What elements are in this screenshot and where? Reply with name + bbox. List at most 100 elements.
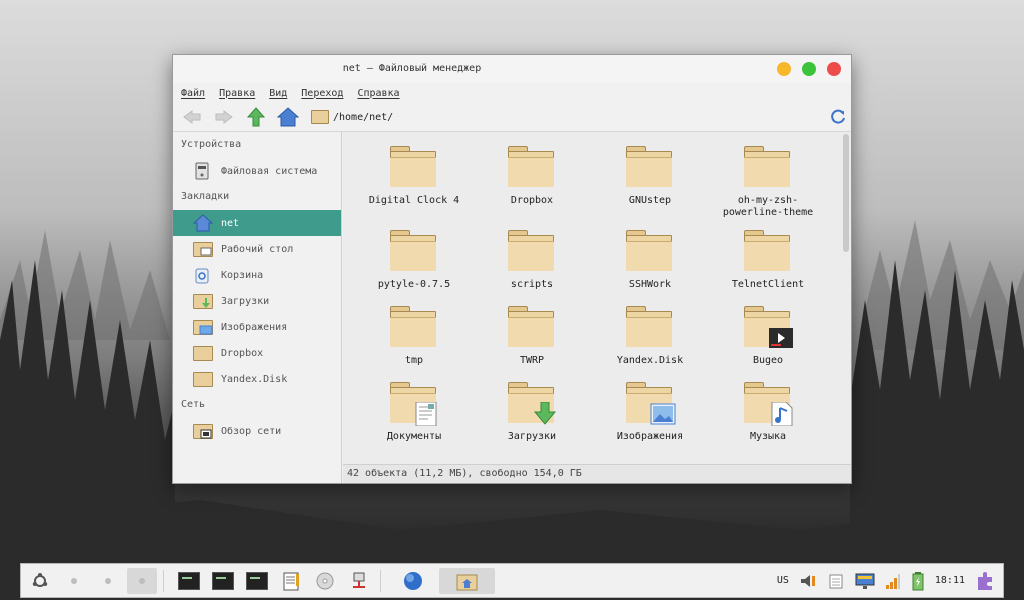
file-item[interactable]: tmp [355,306,473,382]
sidebar-item-network[interactable]: Обзор сети [173,418,341,444]
file-item[interactable]: Загрузки [473,382,591,458]
arrow-right-icon [215,110,233,124]
menu-file[interactable]: Файл [181,88,205,99]
sidebar: Устройства Файловая система Закладки net… [173,132,342,483]
back-button[interactable] [179,105,205,129]
file-item[interactable]: Digital Clock 4 [355,146,473,230]
workspace-2[interactable] [93,568,123,594]
sidebar-item-yandex-disk[interactable]: Yandex.Disk [173,366,341,392]
monitor-icon[interactable] [855,572,875,590]
ubuntu-icon [32,572,48,587]
terminal-icon [246,571,268,590]
file-item[interactable]: TelnetClient [709,230,827,306]
signal-strength-icon[interactable] [885,572,901,590]
task-browser[interactable] [391,568,435,594]
file-grid: Digital Clock 4 Dropbox GNUstep oh-my-zsh- … [355,146,827,458]
clipboard-icon[interactable] [827,572,845,590]
sidebar-item-pictures[interactable]: Изображения [173,314,341,340]
launcher-terminal-3[interactable] [242,568,272,594]
file-name: tmp [404,355,424,366]
file-item[interactable]: SSHWork [591,230,709,306]
file-item[interactable]: GNUstep [591,146,709,230]
battery-icon[interactable] [911,571,925,591]
trash-icon [193,266,213,284]
pictures-folder-icon [626,382,676,425]
folder-icon [508,230,556,272]
sidebar-item-net[interactable]: net [173,210,341,236]
launcher-terminal-2[interactable] [208,568,238,594]
home-button[interactable] [275,105,301,129]
file-item[interactable]: Изображения [591,382,709,458]
sidebar-item-dropbox[interactable]: Dropbox [173,340,341,366]
terminal-icon [212,571,234,590]
up-button[interactable] [243,105,269,129]
puzzle-icon[interactable] [975,571,995,591]
volume-icon[interactable] [799,572,817,590]
folder-icon [626,230,674,272]
workspace-1[interactable] [59,568,89,594]
sidebar-heading-bookmarks: Закладки [181,191,230,202]
sidebar-item-label: Рабочий стол [221,243,294,255]
file-item[interactable]: pytyle-0.7.5 [355,230,473,306]
file-name: Yandex.Disk [616,355,684,366]
folder-icon [508,306,556,348]
file-item[interactable]: Bugeo [709,306,827,382]
menu-launcher-button[interactable] [25,568,55,594]
reload-button[interactable] [827,106,849,128]
launcher-disc[interactable] [310,568,340,594]
panel-separator [380,569,381,592]
file-name: GNUstep [628,195,672,206]
file-item[interactable]: oh-my-zsh- powerline-theme [709,146,827,230]
launcher-network-tool[interactable] [344,568,374,594]
file-item[interactable]: Dropbox [473,146,591,230]
workspace-3[interactable] [127,567,157,594]
close-button[interactable] [827,62,841,76]
file-item[interactable]: Музыка [709,382,827,458]
file-view[interactable]: Digital Clock 4 Dropbox GNUstep oh-my-zsh- … [343,132,851,465]
launcher-terminal-1[interactable] [174,568,204,594]
file-name: TWRP [519,355,545,366]
bottom-panel: US 18:11 [20,563,1004,598]
workspace-dot-icon [105,577,111,584]
location-bar[interactable]: /home/net/ [311,106,817,128]
video-folder-icon [744,306,793,348]
sidebar-item-label: net [221,217,240,229]
workspace-dot-icon [139,577,145,584]
workspace-dot-icon [71,577,77,584]
downloads-folder-icon [193,292,213,310]
keyboard-layout-indicator[interactable]: US [777,575,789,586]
location-path[interactable]: /home/net/ [333,112,393,123]
file-item[interactable]: scripts [473,230,591,306]
menu-go[interactable]: Переход [301,88,343,99]
music-folder-icon [744,382,793,426]
sidebar-item-trash[interactable]: Корзина [173,262,341,288]
terminal-icon [178,571,200,590]
menu-view[interactable]: Вид [269,88,287,99]
task-file-manager[interactable] [439,567,495,594]
minimize-button[interactable] [777,62,791,76]
file-item[interactable]: Документы [355,382,473,458]
sidebar-heading-devices: Устройства [181,139,242,150]
clock[interactable]: 18:11 [935,575,965,586]
statusbar: 42 объекта (11,2 МБ), свободно 154,0 ГБ [343,464,851,483]
file-name: Изображения [616,431,684,442]
file-item[interactable]: TWRP [473,306,591,382]
folder-icon [193,370,213,388]
menu-help[interactable]: Справка [357,88,399,99]
sidebar-item-label: Dropbox [221,347,264,359]
sidebar-item-downloads[interactable]: Загрузки [173,288,341,314]
sidebar-item-filesystem[interactable]: Файловая система [173,158,341,184]
sidebar-heading-network: Сеть [181,399,206,410]
folder-icon [390,146,438,188]
file-item[interactable]: Yandex.Disk [591,306,709,382]
titlebar[interactable]: net — Файловый менеджер [173,55,851,83]
launcher-text-editor[interactable] [276,568,306,594]
forward-button[interactable] [211,105,237,129]
sidebar-item-desktop[interactable]: Рабочий стол [173,236,341,262]
menu-edit[interactable]: Правка [219,88,255,99]
home-icon [277,107,299,127]
file-name: Digital Clock 4 [368,195,460,206]
folder-icon [744,146,792,188]
vertical-scrollbar[interactable] [843,134,849,252]
maximize-button[interactable] [802,62,816,76]
